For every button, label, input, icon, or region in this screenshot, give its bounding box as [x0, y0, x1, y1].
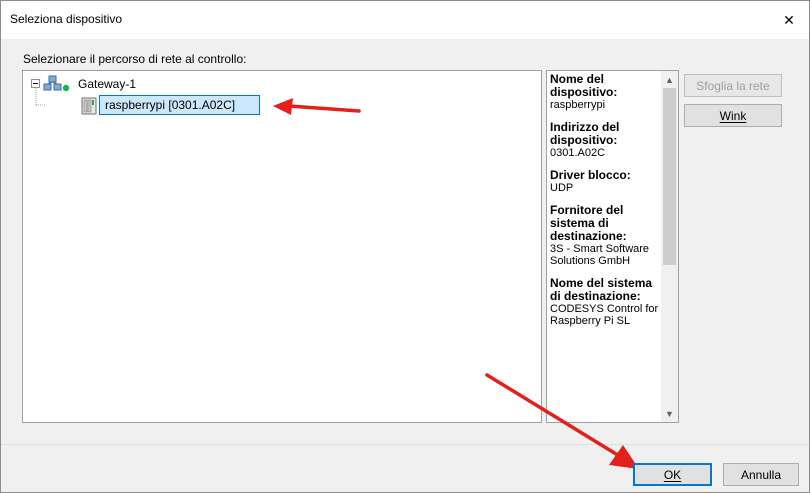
info-value: 0301.A02C: [550, 147, 606, 159]
select-device-dialog: Seleziona dispositivo ✕ Selezionare il p…: [0, 0, 810, 493]
cancel-button[interactable]: Annulla: [723, 463, 799, 486]
info-heading: Driver blocco:: [550, 168, 631, 182]
info-block: Nome del sistema di destinazione: CODESYS…: [550, 276, 660, 328]
scroll-thumb[interactable]: [663, 88, 676, 265]
info-block: Nome del dispositivo: raspberrypi: [550, 72, 660, 112]
info-block: Fornitore del sistema di destinazione: 3S…: [550, 203, 660, 268]
info-block: Indirizzo del dispositivo: 0301.A02C: [550, 120, 660, 160]
collapse-toggle[interactable]: [31, 79, 40, 88]
info-value: 3S - Smart Software Solutions GmbH: [550, 243, 650, 267]
browse-network-button[interactable]: Sfoglia la rete: [684, 74, 782, 97]
scroll-down-icon[interactable]: ▼: [661, 405, 678, 422]
scroll-up-icon[interactable]: ▲: [661, 71, 678, 88]
plc-device-icon: [81, 97, 97, 115]
close-icon: ✕: [783, 11, 795, 28]
network-gateway-icon: [43, 75, 70, 92]
info-heading: Nome del sistema di destinazione:: [550, 276, 653, 303]
network-tree[interactable]: Gateway-1 raspberrypi [0301.A02C]: [22, 70, 542, 423]
info-heading: Nome del dispositivo:: [550, 72, 618, 99]
info-heading: Indirizzo del dispositivo:: [550, 120, 620, 147]
info-value: raspberrypi: [550, 99, 606, 111]
device-info-panel: Nome del dispositivo: raspberrypi Indirizz…: [546, 70, 679, 423]
online-status-dot: [62, 84, 70, 92]
device-info-content: Nome del dispositivo: raspberrypi Indirizz…: [550, 73, 660, 337]
tree-item-device-selected[interactable]: raspberrypi [0301.A02C]: [99, 95, 260, 115]
wink-button[interactable]: Wink: [684, 104, 782, 127]
info-heading: Fornitore del sistema di destinazione:: [550, 203, 627, 243]
dialog-title: Seleziona dispositivo: [10, 12, 123, 26]
tree-item-gateway[interactable]: Gateway-1: [78, 77, 136, 91]
title-bar: Seleziona dispositivo ✕: [1, 1, 809, 39]
info-value: CODESYS Control for Raspberry Pi SL: [550, 303, 659, 327]
ok-button-label: OK: [663, 467, 682, 482]
close-button[interactable]: ✕: [769, 1, 809, 39]
info-block: Driver blocco: UDP: [550, 168, 660, 195]
info-scrollbar[interactable]: ▲ ▼: [661, 71, 678, 422]
instruction-label: Selezionare il percorso di rete al contr…: [23, 52, 247, 66]
ok-button[interactable]: OK: [633, 463, 712, 486]
info-value: UDP: [550, 182, 574, 194]
wink-button-label: Wink: [719, 108, 747, 123]
